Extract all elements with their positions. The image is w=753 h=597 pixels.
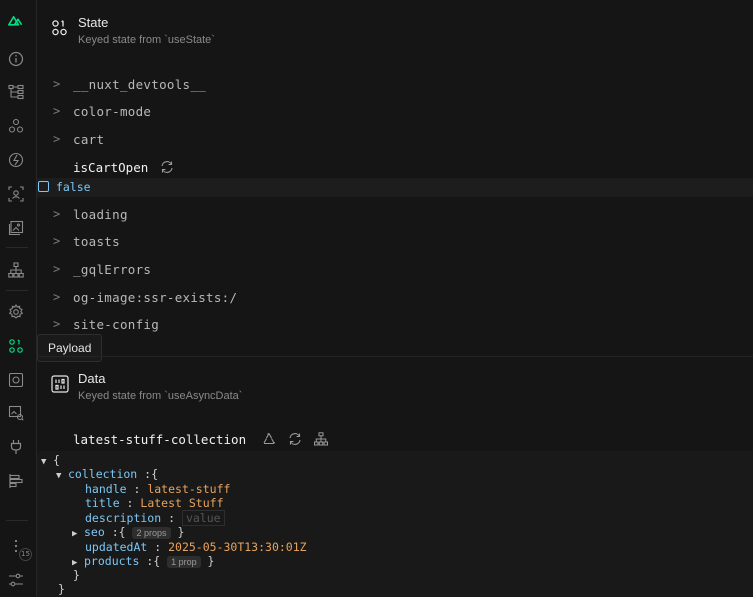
sidebar: 15 bbox=[0, 0, 37, 597]
data-open-key[interactable]: latest-stuff-collection bbox=[63, 427, 339, 451]
state-title: State bbox=[78, 15, 109, 30]
info-icon[interactable] bbox=[6, 49, 26, 69]
state-icon bbox=[51, 19, 69, 37]
state-item[interactable]: > _gqlErrors bbox=[53, 259, 151, 279]
props-badge: 2 props bbox=[132, 527, 171, 539]
payload-icon[interactable] bbox=[6, 336, 26, 356]
chevron-right-icon: > bbox=[53, 262, 61, 276]
notification-badge: 15 bbox=[19, 548, 32, 561]
json-close-inner: } bbox=[73, 568, 80, 582]
state-value-row bbox=[37, 178, 753, 197]
section-divider bbox=[37, 356, 753, 357]
state-item[interactable]: > og-image:ssr-exists:/ bbox=[53, 287, 237, 307]
state-item[interactable]: > loading bbox=[53, 204, 128, 224]
json-row-updated: updatedAt : 2025-05-30T13:30:01Z bbox=[85, 540, 307, 554]
state-flash-icon[interactable] bbox=[6, 150, 26, 170]
state-item[interactable]: > cart bbox=[53, 129, 104, 149]
state-subtitle: Keyed state from `useState` bbox=[78, 34, 215, 46]
caret-right-icon[interactable]: ▶ bbox=[72, 527, 84, 542]
refresh-icon[interactable] bbox=[160, 160, 174, 174]
nuxt-logo-icon[interactable] bbox=[6, 10, 26, 30]
chevron-right-icon: > bbox=[53, 104, 61, 118]
data-title: Data bbox=[78, 371, 106, 386]
chevron-right-icon: > bbox=[53, 234, 61, 248]
props-badge: 1 prop bbox=[167, 556, 201, 568]
data-icon bbox=[51, 375, 69, 393]
json-collection[interactable]: ▼ collection :{ bbox=[56, 467, 158, 482]
caret-down-icon[interactable]: ▼ bbox=[56, 469, 68, 484]
state-item[interactable]: > __nuxt_devtools__ bbox=[53, 74, 206, 94]
state-item[interactable]: > site-config bbox=[53, 314, 159, 334]
timeline-icon[interactable] bbox=[6, 471, 26, 491]
json-row-handle: handle : latest-stuff bbox=[85, 482, 231, 496]
caret-down-icon[interactable]: ▼ bbox=[41, 455, 53, 470]
json-row-seo[interactable]: ▶ seo :{ 2 props } bbox=[72, 525, 184, 540]
main-panel: State Keyed state from `useState` > __nu… bbox=[37, 0, 753, 597]
json-root-open[interactable]: ▼{ bbox=[41, 453, 60, 468]
json-row-description[interactable]: description : value bbox=[85, 510, 225, 526]
chevron-right-icon: > bbox=[53, 290, 61, 304]
json-row-products[interactable]: ▶ products :{ 1 prop } bbox=[72, 554, 214, 569]
data-subtitle: Keyed state from `useAsyncData` bbox=[78, 390, 243, 402]
json-row-title: title : Latest Stuff bbox=[85, 496, 224, 510]
sliders-icon[interactable] bbox=[6, 570, 26, 590]
hierarchy-icon[interactable] bbox=[6, 260, 26, 280]
checkbox-icon[interactable] bbox=[38, 181, 49, 192]
state-value[interactable]: false bbox=[38, 180, 91, 195]
plug-icon[interactable] bbox=[6, 437, 26, 457]
tree-view-icon[interactable] bbox=[314, 432, 329, 446]
state-item[interactable]: > color-mode bbox=[53, 101, 151, 121]
refresh-icon[interactable] bbox=[288, 432, 302, 446]
state-value-text: false bbox=[55, 180, 91, 194]
state-open-key-label: isCartOpen bbox=[73, 159, 149, 175]
inspect-icon[interactable] bbox=[6, 184, 26, 204]
chevron-right-icon: > bbox=[53, 317, 61, 331]
screenshot-icon[interactable] bbox=[6, 370, 26, 390]
component-tree-icon[interactable] bbox=[6, 82, 26, 102]
recycle-icon[interactable] bbox=[262, 432, 276, 446]
chevron-right-icon: > bbox=[53, 77, 61, 91]
assets-icon[interactable] bbox=[6, 403, 26, 423]
state-item[interactable]: > toasts bbox=[53, 231, 120, 251]
chevron-right-icon: > bbox=[53, 207, 61, 221]
settings-icon[interactable] bbox=[6, 302, 26, 322]
data-open-key-label: latest-stuff-collection bbox=[73, 431, 247, 447]
components-icon[interactable] bbox=[6, 116, 26, 136]
json-close-root: } bbox=[58, 582, 65, 596]
images-icon[interactable] bbox=[6, 218, 26, 238]
description-value-field[interactable]: value bbox=[181, 510, 225, 526]
chevron-right-icon: > bbox=[53, 132, 61, 146]
state-open-key[interactable]: isCartOpen bbox=[63, 155, 185, 179]
